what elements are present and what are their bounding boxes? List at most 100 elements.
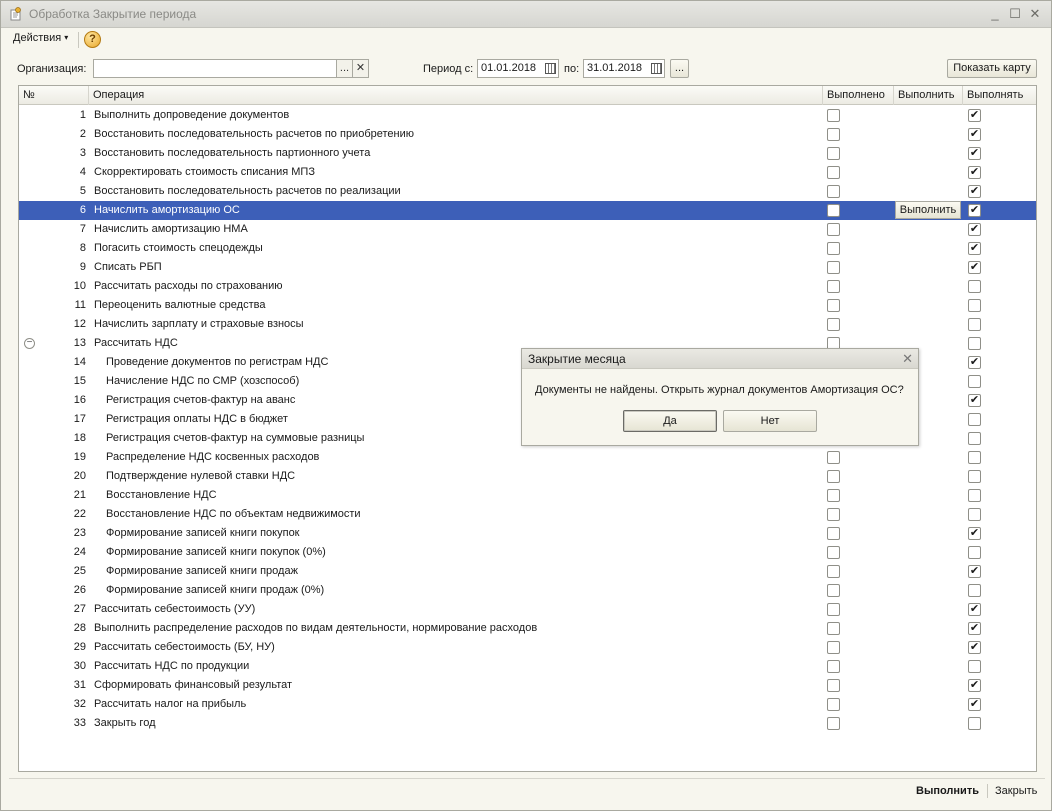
yes-button[interactable]: Да	[623, 410, 717, 432]
close-button[interactable]: Закрыть	[995, 785, 1037, 797]
done-checkbox[interactable]	[827, 660, 840, 673]
to-run-checkbox[interactable]: ✔	[968, 603, 981, 616]
to-run-checkbox[interactable]: ✔	[968, 641, 981, 654]
to-run-checkbox[interactable]: ✔	[968, 185, 981, 198]
column-header-done[interactable]: Выполнено	[823, 86, 894, 105]
organization-clear-button[interactable]: ✕	[352, 59, 369, 78]
run-button[interactable]: Выполнить	[916, 785, 979, 797]
column-header-number[interactable]: №	[19, 86, 89, 105]
table-row[interactable]: 23 Формирование записей книги покупок ✔	[19, 524, 1036, 543]
to-run-checkbox[interactable]	[968, 280, 981, 293]
table-row[interactable]: 4 Скорректировать стоимость списания МПЗ ✔	[19, 163, 1036, 182]
done-checkbox[interactable]	[827, 565, 840, 578]
to-run-checkbox[interactable]: ✔	[968, 242, 981, 255]
table-row[interactable]: 32 Рассчитать налог на прибыль ✔	[19, 695, 1036, 714]
table-row[interactable]: 11 Переоценить валютные средства	[19, 296, 1036, 315]
done-checkbox[interactable]	[827, 204, 840, 217]
done-checkbox[interactable]	[827, 470, 840, 483]
organization-select-button[interactable]: ...	[336, 59, 353, 78]
table-row[interactable]: 2 Восстановить последовательность расчето…	[19, 125, 1036, 144]
table-row[interactable]: 20 Подтверждение нулевой ставки НДС	[19, 467, 1036, 486]
done-checkbox[interactable]	[827, 546, 840, 559]
table-row[interactable]: 12 Начислить зарплату и страховые взносы	[19, 315, 1036, 334]
table-row[interactable]: 3 Восстановить последовательность партион…	[19, 144, 1036, 163]
to-run-checkbox[interactable]: ✔	[968, 128, 981, 141]
table-row[interactable]: 8 Погасить стоимость спецодежды ✔	[19, 239, 1036, 258]
table-row[interactable]: 31 Сформировать финансовый результат ✔	[19, 676, 1036, 695]
row-run-button[interactable]: Выполнить	[895, 201, 961, 219]
table-row[interactable]: 6 Начислить амортизацию ОС Выполнить ✔	[19, 201, 1036, 220]
done-checkbox[interactable]	[827, 166, 840, 179]
done-checkbox[interactable]	[827, 261, 840, 274]
column-header-to-run[interactable]: Выполнять	[963, 86, 1038, 105]
to-run-checkbox[interactable]: ✔	[968, 261, 981, 274]
calendar-icon[interactable]	[545, 63, 556, 74]
table-row[interactable]: 9 Списать РБП ✔	[19, 258, 1036, 277]
to-run-checkbox[interactable]: ✔	[968, 698, 981, 711]
done-checkbox[interactable]	[827, 318, 840, 331]
to-run-checkbox[interactable]: ✔	[968, 394, 981, 407]
table-row[interactable]: 25 Формирование записей книги продаж ✔	[19, 562, 1036, 581]
to-run-checkbox[interactable]	[968, 660, 981, 673]
table-row[interactable]: 1 Выполнить допроведение документов ✔	[19, 106, 1036, 125]
to-run-checkbox[interactable]	[968, 470, 981, 483]
to-run-checkbox[interactable]: ✔	[968, 147, 981, 160]
to-run-checkbox[interactable]	[968, 451, 981, 464]
table-row[interactable]: 22 Восстановление НДС по объектам недвижи…	[19, 505, 1036, 524]
table-row[interactable]: 5 Восстановить последовательность расчето…	[19, 182, 1036, 201]
to-run-checkbox[interactable]: ✔	[968, 527, 981, 540]
table-row[interactable]: 27 Рассчитать себестоимость (УУ) ✔	[19, 600, 1036, 619]
done-checkbox[interactable]	[827, 641, 840, 654]
to-run-checkbox[interactable]	[968, 489, 981, 502]
to-run-checkbox[interactable]	[968, 337, 981, 350]
table-row[interactable]: 29 Рассчитать себестоимость (БУ, НУ) ✔	[19, 638, 1036, 657]
done-checkbox[interactable]	[827, 242, 840, 255]
period-to-field[interactable]: 31.01.2018	[583, 59, 665, 78]
actions-menu[interactable]: Действия ▾	[13, 32, 68, 44]
close-icon[interactable]: ✕	[902, 349, 913, 369]
to-run-checkbox[interactable]	[968, 299, 981, 312]
to-run-checkbox[interactable]: ✔	[968, 565, 981, 578]
done-checkbox[interactable]	[827, 185, 840, 198]
calendar-icon[interactable]	[651, 63, 662, 74]
to-run-checkbox[interactable]	[968, 546, 981, 559]
to-run-checkbox[interactable]	[968, 717, 981, 730]
table-row[interactable]: 30 Рассчитать НДС по продукции	[19, 657, 1036, 676]
to-run-checkbox[interactable]: ✔	[968, 204, 981, 217]
help-icon[interactable]: ?	[84, 31, 101, 48]
no-button[interactable]: Нет	[723, 410, 817, 432]
close-window-button[interactable]: ✕	[1027, 6, 1043, 22]
done-checkbox[interactable]	[827, 584, 840, 597]
to-run-checkbox[interactable]	[968, 508, 981, 521]
column-header-operation[interactable]: Операция	[89, 86, 823, 105]
done-checkbox[interactable]	[827, 698, 840, 711]
done-checkbox[interactable]	[827, 223, 840, 236]
done-checkbox[interactable]	[827, 489, 840, 502]
table-row[interactable]: 33 Закрыть год	[19, 714, 1036, 733]
to-run-checkbox[interactable]: ✔	[968, 622, 981, 635]
done-checkbox[interactable]	[827, 679, 840, 692]
done-checkbox[interactable]	[827, 622, 840, 635]
table-row[interactable]: 24 Формирование записей книги покупок (0%…	[19, 543, 1036, 562]
table-row[interactable]: 26 Формирование записей книги продаж (0%)	[19, 581, 1036, 600]
maximize-button[interactable]: ☐	[1007, 6, 1023, 22]
period-select-button[interactable]: ...	[670, 59, 689, 78]
to-run-checkbox[interactable]: ✔	[968, 223, 981, 236]
to-run-checkbox[interactable]: ✔	[968, 166, 981, 179]
to-run-checkbox[interactable]: ✔	[968, 356, 981, 369]
to-run-checkbox[interactable]: ✔	[968, 679, 981, 692]
done-checkbox[interactable]	[827, 280, 840, 293]
show-map-button[interactable]: Показать карту	[947, 59, 1037, 78]
done-checkbox[interactable]	[827, 147, 840, 160]
table-row[interactable]: 21 Восстановление НДС	[19, 486, 1036, 505]
done-checkbox[interactable]	[827, 128, 840, 141]
done-checkbox[interactable]	[827, 109, 840, 122]
to-run-checkbox[interactable]	[968, 432, 981, 445]
done-checkbox[interactable]	[827, 527, 840, 540]
table-row[interactable]: 7 Начислить амортизацию НМА ✔	[19, 220, 1036, 239]
done-checkbox[interactable]	[827, 299, 840, 312]
organization-field[interactable]	[93, 59, 337, 78]
done-checkbox[interactable]	[827, 451, 840, 464]
to-run-checkbox[interactable]	[968, 375, 981, 388]
to-run-checkbox[interactable]	[968, 584, 981, 597]
